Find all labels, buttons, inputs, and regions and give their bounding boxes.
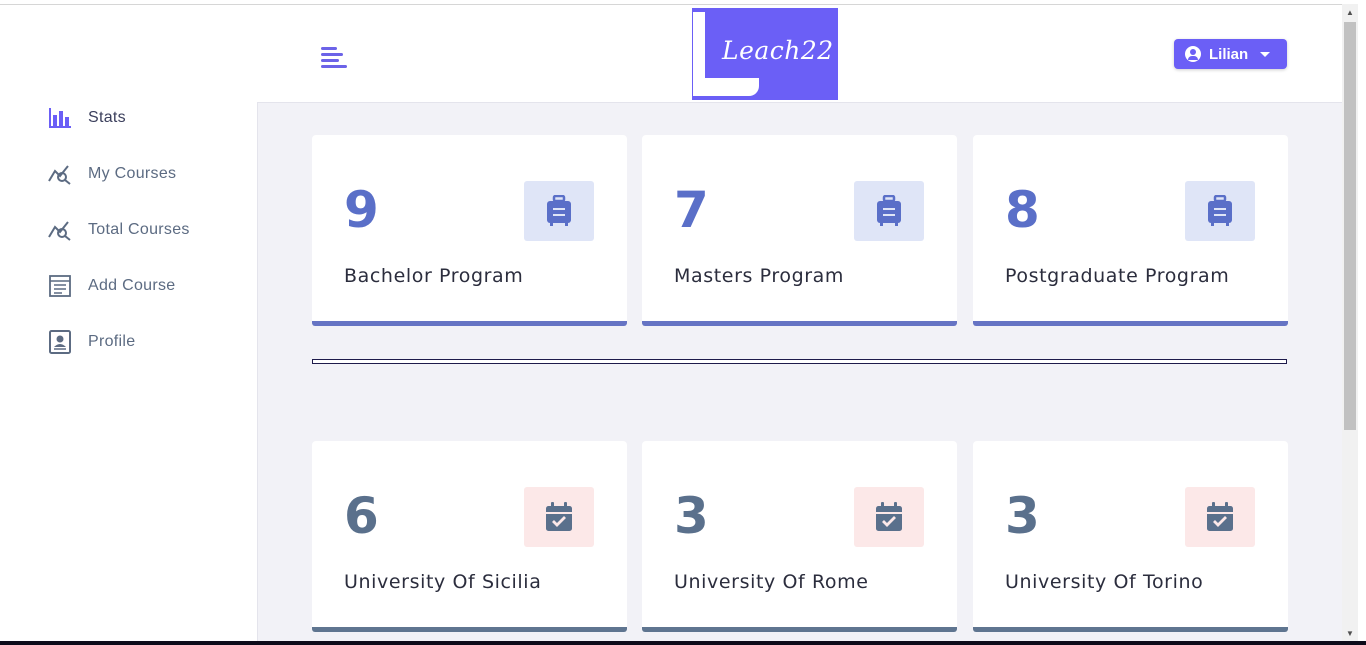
- window-edge: [1358, 0, 1366, 645]
- card-label: Postgraduate Program: [1005, 265, 1230, 287]
- menu-toggle-button[interactable]: [320, 45, 348, 73]
- sidebar-item-my-courses[interactable]: My Courses: [48, 159, 176, 189]
- logo-letter-stroke: [693, 78, 759, 96]
- program-card-bachelor[interactable]: 9 Bachelor Program: [312, 135, 627, 326]
- sidebar-item-label: Add Course: [88, 277, 176, 294]
- app-window: Leach22 Lilian Stats My Courses Total Co…: [0, 4, 1342, 641]
- desktop-strip: [0, 641, 1366, 645]
- university-card-rome[interactable]: 3 University Of Rome: [642, 441, 957, 632]
- card-count: 9: [344, 181, 379, 239]
- sidebar-item-label: My Courses: [88, 165, 177, 182]
- program-card-postgraduate[interactable]: 8 Postgraduate Program: [973, 135, 1288, 326]
- suitcase-icon: [524, 181, 594, 241]
- bar-chart-icon: [48, 106, 72, 130]
- calendar-check-icon: [1185, 487, 1255, 547]
- menu-line: [321, 47, 337, 50]
- card-accent-bar: [312, 321, 627, 326]
- card-label: University Of Rome: [674, 571, 869, 593]
- card-accent-bar: [973, 627, 1288, 632]
- scroll-down-arrow-icon[interactable]: ▼: [1342, 625, 1358, 641]
- suitcase-icon: [854, 181, 924, 241]
- card-accent-bar: [312, 627, 627, 632]
- card-accent-bar: [642, 627, 957, 632]
- card-count: 6: [344, 487, 379, 545]
- logo[interactable]: Leach22: [692, 8, 838, 100]
- card-label: University Of Torino: [1005, 571, 1204, 593]
- scrollbar-thumb[interactable]: [1344, 22, 1356, 430]
- vertical-scrollbar[interactable]: ▲ ▼: [1342, 4, 1358, 641]
- user-circle-icon: [1185, 46, 1201, 62]
- program-card-masters[interactable]: 7 Masters Program: [642, 135, 957, 326]
- sidebar-item-stats[interactable]: Stats: [48, 103, 126, 133]
- sidebar-item-total-courses[interactable]: Total Courses: [48, 215, 190, 245]
- menu-line: [321, 59, 339, 62]
- section-divider: [312, 359, 1287, 364]
- menu-line: [321, 53, 343, 56]
- card-accent-bar: [642, 321, 957, 326]
- id-card-icon: [48, 330, 72, 354]
- card-count: 3: [674, 487, 709, 545]
- card-label: Bachelor Program: [344, 265, 524, 287]
- form-icon: [48, 274, 72, 298]
- menu-line: [321, 65, 347, 68]
- sidebar-item-label: Stats: [88, 109, 126, 126]
- card-label: University Of Sicilia: [344, 571, 542, 593]
- university-card-torino[interactable]: 3 University Of Torino: [973, 441, 1288, 632]
- sidebar-item-label: Total Courses: [88, 221, 190, 238]
- university-card-sicilia[interactable]: 6 University Of Sicilia: [312, 441, 627, 632]
- main-content: 9 Bachelor Program 7 Masters Program 8 P…: [258, 102, 1342, 641]
- user-name: Lilian: [1209, 45, 1249, 63]
- card-count: 3: [1005, 487, 1040, 545]
- suitcase-icon: [1185, 181, 1255, 241]
- card-accent-bar: [973, 321, 1288, 326]
- scroll-up-arrow-icon[interactable]: ▲: [1342, 4, 1358, 20]
- card-count: 8: [1005, 181, 1040, 239]
- sidebar-item-label: Profile: [88, 333, 136, 350]
- calendar-check-icon: [854, 487, 924, 547]
- sidebar-item-profile[interactable]: Profile: [48, 327, 135, 357]
- sidebar: Stats My Courses Total Courses Add Cours…: [0, 102, 258, 641]
- chart-search-icon: [48, 218, 72, 242]
- sidebar-item-add-course[interactable]: Add Course: [48, 271, 176, 301]
- user-menu-button[interactable]: Lilian: [1174, 39, 1287, 69]
- chart-search-icon: [48, 162, 72, 186]
- logo-text: Leach22: [722, 36, 834, 65]
- card-count: 7: [674, 181, 709, 239]
- caret-down-icon: [1260, 51, 1271, 57]
- calendar-check-icon: [524, 487, 594, 547]
- card-label: Masters Program: [674, 265, 844, 287]
